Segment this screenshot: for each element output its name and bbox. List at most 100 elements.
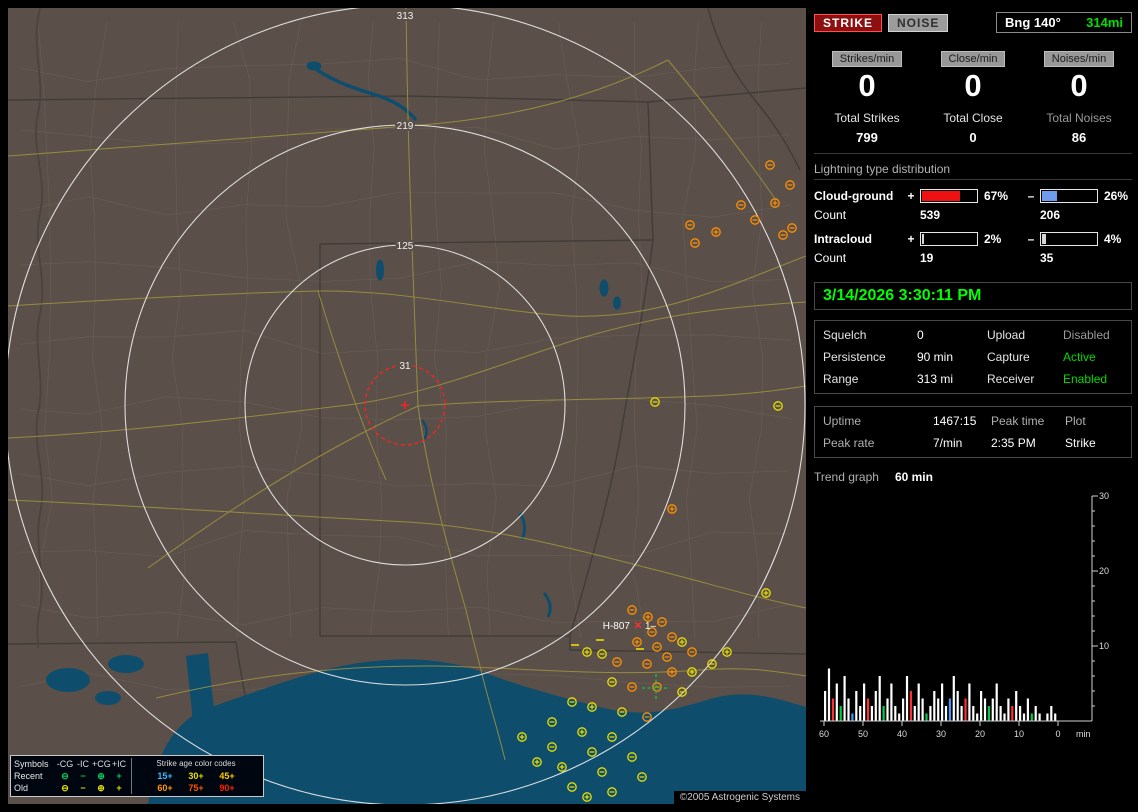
strikes-per-min-chip[interactable]: Strikes/min	[831, 51, 903, 67]
ring-label-31: 31	[399, 361, 411, 372]
app-window: H-807 1– 313 219 125 31 Symbols -CG -IC …	[0, 0, 1138, 812]
ic-minus-fill	[1042, 234, 1046, 244]
y-tick-10: 10	[1099, 641, 1109, 651]
persistence-value: 90 min	[917, 350, 954, 364]
total-strikes-value: 799	[856, 130, 878, 145]
squelch-value: 0	[917, 328, 924, 342]
recent-pos-cg-icon: ⊕	[97, 771, 105, 781]
cloud-ground-count-row: Count 539 206	[814, 208, 1132, 222]
cg-plus-bar	[920, 189, 978, 203]
minus-sign: –	[1027, 232, 1035, 246]
strike-legend: Symbols -CG -IC +CG +IC Strike age color…	[10, 755, 264, 797]
recent-pos-ic-icon: +	[116, 771, 122, 781]
cloud-ground-row: Cloud-ground + 67% – 26%	[814, 189, 1132, 203]
bearing-range-box: Bng 140° 314mi	[996, 12, 1132, 33]
peaktime-value: 2:35 PM	[991, 436, 1036, 450]
ic-minus-bar	[1040, 232, 1098, 246]
x-tick-40: 40	[897, 729, 907, 739]
separator	[814, 153, 1132, 154]
legend-recent-label: Recent	[14, 771, 43, 781]
capture-label: Capture	[987, 350, 1030, 364]
indicator-row: STRIKE NOISE Bng 140° 314mi	[814, 12, 1132, 33]
age-90: 90+	[219, 783, 235, 793]
cg-plus-count: 539	[920, 208, 941, 222]
plus-sign: +	[907, 232, 915, 246]
age-30: 30+	[188, 771, 204, 781]
cg-count-label: Count	[814, 208, 847, 222]
peakrate-value: 7/min	[933, 436, 963, 450]
strike-indicator[interactable]: STRIKE	[814, 13, 883, 32]
storm-id-suffix: 1–	[645, 621, 657, 632]
y-tick-20: 20	[1099, 566, 1109, 576]
ring-label-125: 125	[397, 241, 414, 252]
plot-value: Strike	[1065, 436, 1096, 450]
age-45: 45+	[219, 771, 235, 781]
cg-minus-pct: 26%	[1104, 189, 1129, 203]
legend-col-neg-ic: -IC	[77, 759, 89, 769]
peakrate-label: Peak rate	[823, 436, 875, 450]
x-tick-30: 30	[936, 729, 946, 739]
trend-header: Trend graph 60 min	[814, 470, 1132, 484]
cg-minus-count: 206	[1040, 208, 1061, 222]
datetime-display: 3/14/2026 3:30:11 PM	[814, 282, 1132, 310]
recent-neg-ic-icon: −	[80, 771, 86, 781]
legend-symbols-header: Symbols	[14, 759, 49, 769]
age-60: 60+	[157, 783, 173, 793]
trend-label: Trend graph	[814, 470, 879, 484]
trend-graph: 10 20 30 60 50 40 30 20 10 0 min	[819, 491, 1109, 739]
trend-bars	[824, 668, 1057, 721]
uptime-value: 1467:15	[933, 414, 977, 428]
x-tick-20: 20	[975, 729, 985, 739]
legend-recent-row: Recent ⊖ − ⊕ + 15+ 30+ 45+	[14, 770, 260, 782]
distribution-title: Lightning type distribution	[814, 162, 1132, 180]
age-75: 75+	[188, 783, 204, 793]
legend-header-row: Symbols -CG -IC +CG +IC Strike age color…	[14, 758, 260, 770]
recent-age-codes: 15+ 30+ 45+	[131, 770, 260, 782]
ic-minus-pct: 4%	[1104, 232, 1122, 246]
close-per-min-value: 0	[964, 68, 982, 103]
bearing-value: Bng 140°	[1005, 15, 1061, 30]
range-value: 314mi	[1086, 15, 1123, 30]
distribution-section: Lightning type distribution Cloud-ground…	[814, 162, 1132, 270]
old-neg-cg-icon: ⊖	[61, 783, 69, 793]
old-neg-ic-icon: −	[80, 783, 86, 793]
intracloud-row: Intracloud + 2% – 4%	[814, 232, 1132, 246]
ic-minus-count: 35	[1040, 251, 1054, 265]
receiver-label: Receiver	[987, 372, 1035, 386]
lightning-map[interactable]: H-807 1– 313 219 125 31	[8, 8, 806, 804]
copyright-text: ©2005 Astrogenic Systems	[673, 791, 806, 804]
x-tick-60: 60	[819, 729, 829, 739]
y-tick-30: 30	[1099, 491, 1109, 501]
close-per-min-chip[interactable]: Close/min	[940, 51, 1006, 67]
persistence-label: Persistence	[823, 350, 886, 364]
old-age-codes: 60+ 75+ 90+	[131, 782, 260, 794]
x-tick-0: 0	[1055, 729, 1060, 739]
range-setting-label: Range	[823, 372, 859, 386]
strikes-per-min-value: 0	[858, 68, 876, 103]
intracloud-label: Intracloud	[814, 232, 873, 246]
rate-counters: Strikes/min Close/min Noises/min 0 0 0 T…	[814, 49, 1132, 145]
upload-status: Disabled	[1063, 328, 1110, 342]
cloud-ground-label: Cloud-ground	[814, 189, 894, 203]
cg-plus-pct: 67%	[984, 189, 1009, 203]
total-close-label: Total Close	[943, 111, 1003, 125]
legend-col-pos-cg: +CG	[92, 759, 111, 769]
age-15: 15+	[157, 771, 173, 781]
total-noises-value: 86	[1071, 130, 1087, 145]
ic-plus-count: 19	[920, 251, 934, 265]
map-area[interactable]: H-807 1– 313 219 125 31 Symbols -CG -IC …	[8, 8, 806, 804]
receiver-status: Enabled	[1063, 372, 1108, 386]
plot-label: Plot	[1065, 414, 1086, 428]
intracloud-count-row: Count 19 35	[814, 251, 1132, 265]
noises-per-min-chip[interactable]: Noises/min	[1043, 51, 1115, 67]
legend-old-row: Old ⊖ − ⊕ + 60+ 75+ 90+	[14, 782, 260, 794]
uptime-label: Uptime	[823, 414, 862, 428]
noise-indicator[interactable]: NOISE	[888, 13, 949, 32]
total-strikes-label: Total Strikes	[834, 111, 900, 125]
capture-status: Active	[1063, 350, 1096, 364]
trend-window: 60 min	[894, 470, 933, 484]
side-panel: STRIKE NOISE Bng 140° 314mi Strikes/min …	[814, 8, 1132, 804]
legend-col-neg-cg: -CG	[56, 759, 74, 769]
plus-sign: +	[907, 189, 915, 203]
legend-age-header: Strike age color codes	[131, 758, 260, 770]
